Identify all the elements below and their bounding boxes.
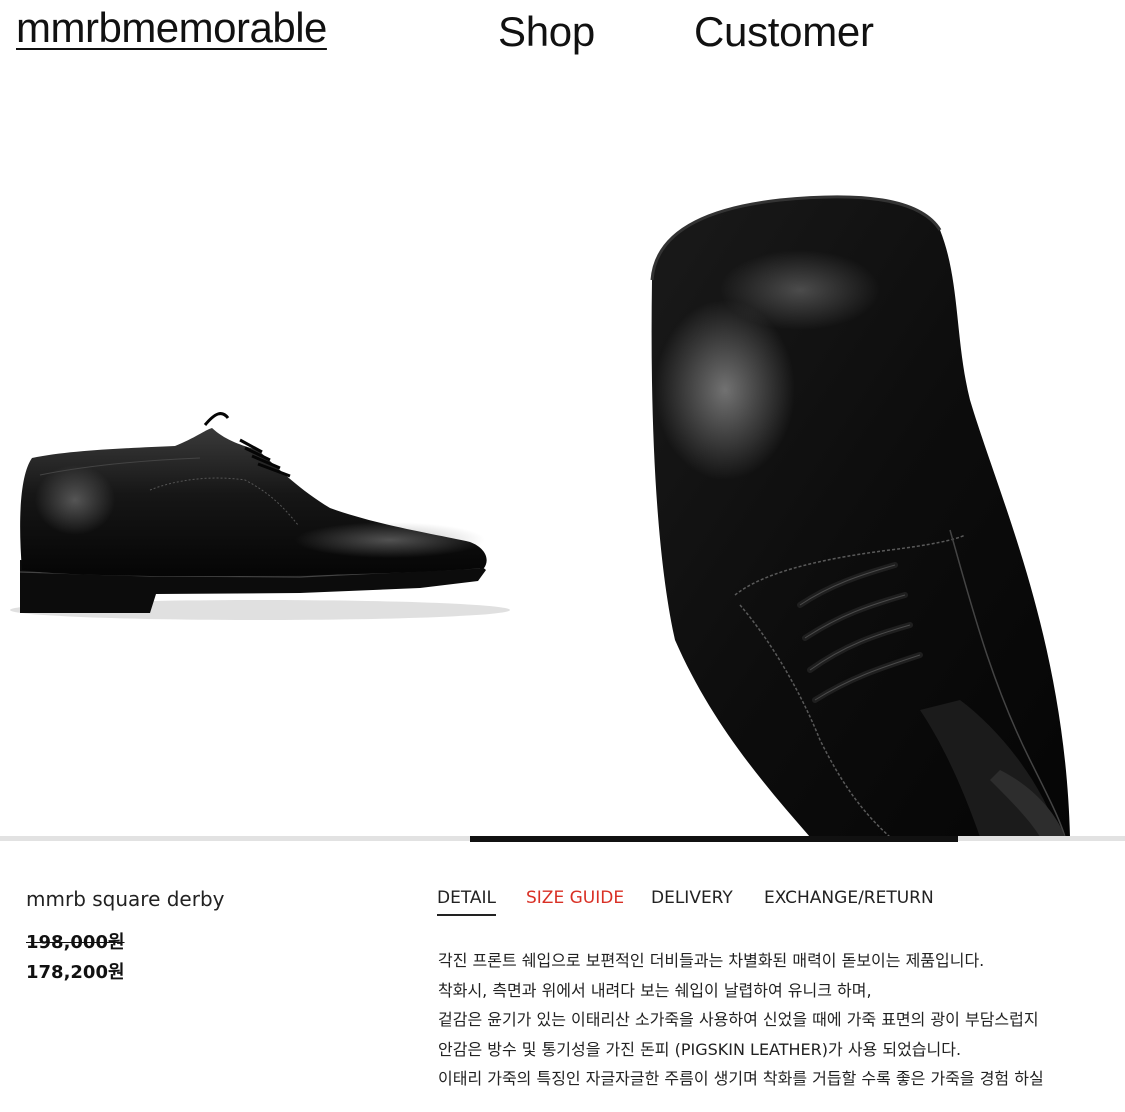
tab-detail[interactable]: DETAIL bbox=[437, 888, 497, 916]
shoe-side-view-image bbox=[10, 412, 510, 620]
tab-delivery[interactable]: DELIVERY bbox=[651, 888, 733, 908]
product-gallery[interactable] bbox=[0, 80, 1125, 837]
gallery-progress-indicator[interactable] bbox=[470, 836, 958, 842]
original-price: 198,000원 bbox=[26, 932, 125, 953]
description-line: 이태리 가죽의 특징인 자글자글한 주름이 생기며 착화를 거듭할 수록 좋은 … bbox=[438, 1069, 1044, 1088]
description-line: 착화시, 측면과 위에서 내려다 보는 쉐입이 날렵하여 유니크 하며, bbox=[438, 980, 872, 1000]
sale-price: 178,200원 bbox=[26, 962, 125, 983]
shoe-toe-closeup-image bbox=[650, 195, 1070, 837]
nav-customer[interactable]: Customer bbox=[694, 8, 874, 56]
description-line: 겉감은 윤기가 있는 이태리산 소가죽을 사용하여 신었을 때에 가죽 표면의 … bbox=[438, 1010, 1039, 1029]
site-logo[interactable]: mmrbmemorable bbox=[16, 4, 327, 52]
nav-shop[interactable]: Shop bbox=[498, 8, 595, 56]
description-line: 안감은 방수 및 통기성을 가진 돈피 (PIGSKIN LEATHER)가 사… bbox=[438, 1039, 962, 1059]
tab-exchange-return[interactable]: EXCHANGE/RETURN bbox=[764, 888, 934, 908]
product-name: mmrb square derby bbox=[26, 887, 225, 911]
product-description: 각진 프론트 쉐입으로 보편적인 더비들과는 차별화된 매력이 돋보이는 제품입… bbox=[438, 946, 1125, 1094]
tab-size-guide[interactable]: SIZE GUIDE bbox=[526, 888, 624, 908]
description-line: 각진 프론트 쉐입으로 보편적인 더비들과는 차별화된 매력이 돋보이는 제품입… bbox=[438, 951, 985, 970]
product-image-side[interactable] bbox=[0, 80, 560, 837]
product-image-closeup[interactable] bbox=[560, 80, 1125, 837]
